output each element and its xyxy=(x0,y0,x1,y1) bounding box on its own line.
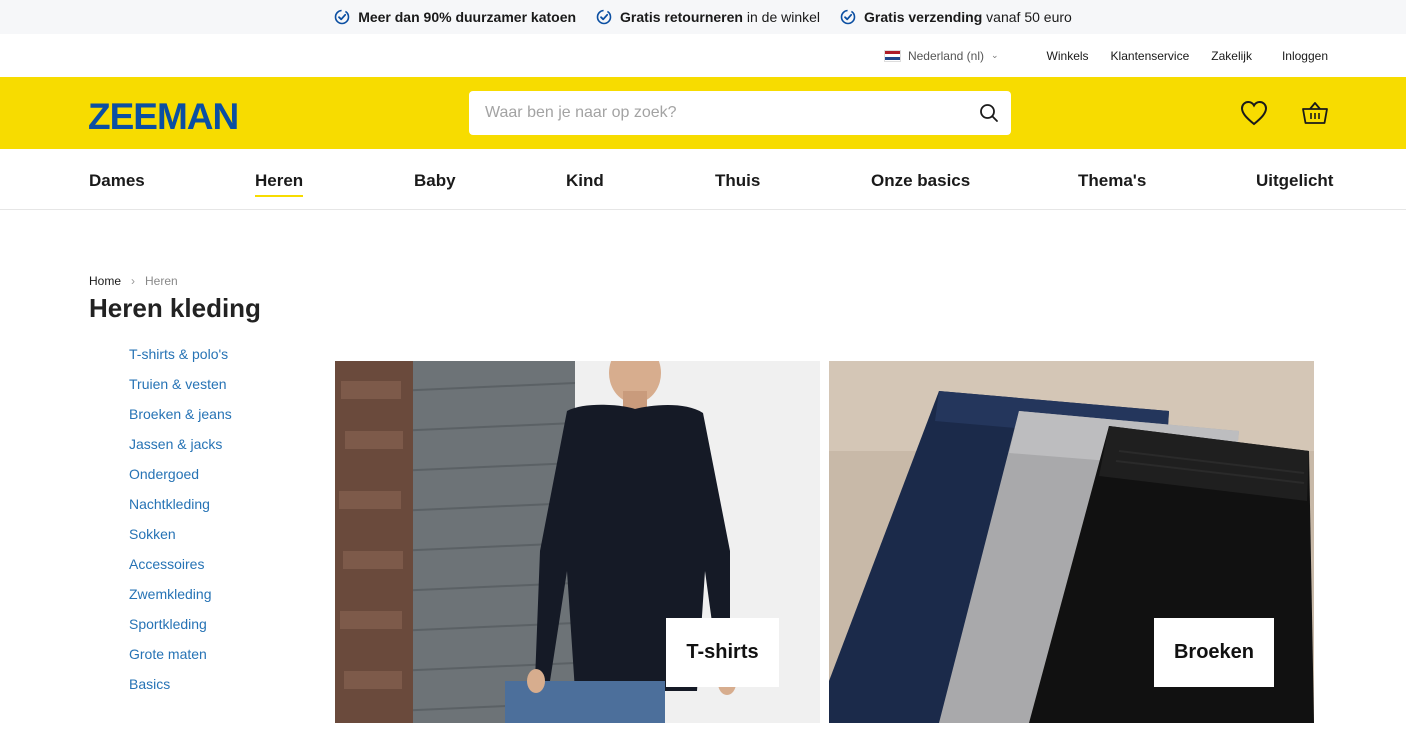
usp-text-bold: Gratis verzending xyxy=(864,9,983,25)
zeeman-logo[interactable]: ZEEMAN xyxy=(88,96,239,138)
usp-item: Gratis retourneren in de winkel xyxy=(596,9,820,25)
customer-service-link[interactable]: Klantenservice xyxy=(1111,49,1190,63)
language-selector[interactable]: Nederland (nl) ⌄ xyxy=(883,48,999,63)
category-link-sportkleding[interactable]: Sportkleding xyxy=(129,616,207,632)
category-link-ondergoed[interactable]: Ondergoed xyxy=(129,466,199,482)
utility-bar: Nederland (nl) ⌄ Winkels Klantenservice … xyxy=(0,34,1406,77)
nav-item-heren[interactable]: Heren xyxy=(255,171,304,197)
category-card-broeken[interactable]: Broeken xyxy=(829,361,1314,723)
breadcrumb: Home › Heren xyxy=(89,274,178,288)
category-link-zwemkleding[interactable]: Zwemkleding xyxy=(129,586,211,602)
category-link-jassen[interactable]: Jassen & jacks xyxy=(129,436,222,452)
nav-item-onze-basics[interactable]: Onze basics xyxy=(871,171,970,191)
shopping-basket-icon xyxy=(1302,102,1328,124)
nav-item-dames[interactable]: Dames xyxy=(89,171,145,191)
basket-button[interactable] xyxy=(1301,99,1329,127)
list-item: Truien & vesten xyxy=(129,374,232,404)
search-button[interactable] xyxy=(967,91,1011,135)
heart-icon xyxy=(1240,100,1268,126)
card-label: T-shirts xyxy=(666,618,779,687)
breadcrumb-current: Heren xyxy=(145,274,178,288)
usp-bar: Meer dan 90% duurzamer katoen Gratis ret… xyxy=(0,0,1406,34)
page-title: Heren kleding xyxy=(89,293,261,323)
usp-text: vanaf 50 euro xyxy=(982,9,1072,25)
list-item: Nachtkleding xyxy=(129,494,232,524)
usp-text-bold: Gratis retourneren xyxy=(620,9,743,25)
nav-item-themas[interactable]: Thema's xyxy=(1078,171,1146,191)
check-badge-icon xyxy=(840,9,856,25)
category-link-basics[interactable]: Basics xyxy=(129,676,170,692)
list-item: Accessoires xyxy=(129,554,232,584)
breadcrumb-home[interactable]: Home xyxy=(89,274,121,288)
search-box xyxy=(469,91,1011,135)
list-item: Jassen & jacks xyxy=(129,434,232,464)
chevron-down-icon: ⌄ xyxy=(990,50,999,60)
language-label: Nederland (nl) xyxy=(907,48,984,63)
stores-link[interactable]: Winkels xyxy=(1047,49,1089,63)
netherlands-flag-icon xyxy=(883,49,901,62)
nav-item-uitgelicht[interactable]: Uitgelicht xyxy=(1256,171,1333,191)
category-link-tshirts[interactable]: T-shirts & polo's xyxy=(129,346,228,362)
usp-item: Gratis verzending vanaf 50 euro xyxy=(840,9,1072,25)
category-card-tshirts[interactable]: T-shirts xyxy=(335,361,820,723)
usp-text: in de winkel xyxy=(742,9,821,25)
main-navigation: Dames Heren Baby Kind Thuis Onze basics … xyxy=(0,149,1406,210)
nav-item-kind[interactable]: Kind xyxy=(566,171,604,191)
list-item: Broeken & jeans xyxy=(129,404,232,434)
category-link-accessoires[interactable]: Accessoires xyxy=(129,556,204,572)
category-link-truien[interactable]: Truien & vesten xyxy=(129,376,227,392)
search-input[interactable] xyxy=(469,91,967,135)
category-list: T-shirts & polo's Truien & vesten Broeke… xyxy=(129,344,232,704)
list-item: Basics xyxy=(129,674,232,704)
search-icon xyxy=(980,104,998,122)
nav-item-baby[interactable]: Baby xyxy=(414,171,456,191)
category-link-sokken[interactable]: Sokken xyxy=(129,526,176,542)
nav-item-thuis[interactable]: Thuis xyxy=(715,171,760,191)
usp-text-bold: Meer dan 90% duurzamer katoen xyxy=(358,9,577,25)
category-link-grote-maten[interactable]: Grote maten xyxy=(129,646,207,662)
card-label: Broeken xyxy=(1154,618,1274,687)
category-link-broeken[interactable]: Broeken & jeans xyxy=(129,406,232,422)
list-item: Zwemkleding xyxy=(129,584,232,614)
check-badge-icon xyxy=(596,9,612,25)
list-item: Sokken xyxy=(129,524,232,554)
list-item: Grote maten xyxy=(129,644,232,674)
site-header: ZEEMAN xyxy=(0,77,1406,149)
list-item: Ondergoed xyxy=(129,464,232,494)
wishlist-button[interactable] xyxy=(1240,99,1268,127)
check-badge-icon xyxy=(334,9,350,25)
usp-item: Meer dan 90% duurzamer katoen xyxy=(334,9,576,25)
category-link-nachtkleding[interactable]: Nachtkleding xyxy=(129,496,210,512)
list-item: T-shirts & polo's xyxy=(129,344,232,374)
list-item: Sportkleding xyxy=(129,614,232,644)
chevron-right-icon: › xyxy=(131,274,136,288)
login-link[interactable]: Inloggen xyxy=(1282,49,1328,63)
business-link[interactable]: Zakelijk xyxy=(1211,49,1252,63)
